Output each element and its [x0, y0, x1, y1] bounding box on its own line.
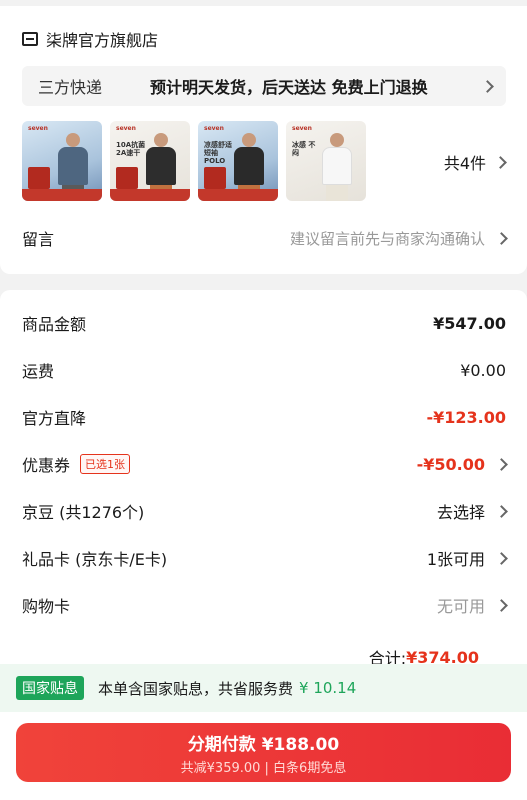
- note-label: 留言: [22, 230, 55, 249]
- model-shirt: [58, 147, 88, 185]
- product-tag: 10A抗菌 2A速干: [116, 141, 146, 157]
- order-note-row[interactable]: 留言 建议留言前先与商家沟通确认: [22, 226, 508, 250]
- item-count: 共4件: [443, 154, 486, 173]
- pay-button-sublabel: 共减¥359.00 | 白条6期免息: [180, 760, 347, 776]
- price-value: -¥50.00: [416, 454, 485, 474]
- price-label: 官方直降: [22, 409, 87, 428]
- brand-logo: seven: [204, 125, 224, 132]
- price-label: 商品金额: [22, 315, 87, 334]
- subsidy-badge: 国家贴息: [16, 676, 84, 700]
- price-value: ¥547.00: [433, 313, 506, 333]
- price-row-goods-amount: 商品金额 ¥547.00: [22, 309, 506, 337]
- price-value: ¥0.00: [460, 360, 506, 380]
- brand-logo: seven: [292, 125, 312, 132]
- chevron-right-icon: [495, 551, 508, 565]
- price-label: 优惠券: [22, 456, 71, 475]
- subsidy-text: 本单含国家贴息，共省服务费: [98, 679, 294, 698]
- product-thumbnail[interactable]: seven 冰感 不闷: [286, 121, 366, 201]
- model-head: [242, 133, 256, 147]
- shipping-desc: 预计明天发货，后天送达 免费上门退换: [150, 78, 428, 97]
- price-value: -¥123.00: [426, 407, 506, 427]
- pay-button-label: 分期付款 ¥188.00: [187, 734, 340, 755]
- price-label: 购物卡: [22, 597, 71, 616]
- coupon-selected-badge: 已选1张: [80, 454, 131, 474]
- price-value: 无可用: [436, 597, 485, 616]
- product-thumbnail[interactable]: seven 凉感舒适 短袖POLO: [198, 121, 278, 201]
- price-row-official-discount: 官方直降 -¥123.00: [22, 403, 506, 431]
- brand-logo: seven: [116, 125, 136, 132]
- note-hint: 建议留言前先与商家沟通确认: [289, 229, 485, 248]
- promo-badge: [204, 167, 226, 189]
- product-thumbnails[interactable]: seven seven 10A抗菌 2A速干 seven 凉感舒适 短袖POLO…: [22, 121, 366, 201]
- shipping-method: 三方快递: [38, 78, 103, 97]
- installment-pay-button[interactable]: 分期付款 ¥188.00 共减¥359.00 | 白条6期免息: [16, 723, 511, 782]
- store-icon: [22, 32, 38, 46]
- price-label: 运费: [22, 362, 55, 381]
- chevron-right-icon: [495, 457, 508, 471]
- promo-strip: [198, 189, 278, 201]
- chevron-right-icon: [495, 231, 508, 245]
- promo-strip: [110, 189, 190, 201]
- promo-strip: [22, 189, 102, 201]
- price-row-gift-card[interactable]: 礼品卡 (京东卡/E卡) 1张可用: [22, 544, 508, 572]
- price-label: 京豆 (共1276个): [22, 503, 145, 522]
- promo-badge: [28, 167, 50, 189]
- chevron-right-icon: [495, 598, 508, 612]
- price-row-coupon[interactable]: 优惠券 已选1张 -¥50.00: [22, 450, 508, 478]
- subsidy-banner: 国家贴息 本单含国家贴息，共省服务费 ¥ 10.14: [0, 664, 527, 712]
- product-thumbnail[interactable]: seven 10A抗菌 2A速干: [110, 121, 190, 201]
- price-value: 1张可用: [426, 550, 485, 569]
- store-header[interactable]: 柒牌官方旗舰店: [22, 26, 158, 52]
- store-name: 柒牌官方旗舰店: [46, 31, 159, 50]
- promo-badge: [116, 167, 138, 189]
- model-head: [330, 133, 344, 147]
- model-shirt: [146, 147, 176, 185]
- price-value: 去选择: [436, 503, 485, 522]
- shipping-bar[interactable]: 三方快递 预计明天发货，后天送达 免费上门退换: [22, 66, 506, 106]
- model-shirt: [234, 147, 264, 185]
- subsidy-amount: ¥ 10.14: [299, 679, 357, 697]
- chevron-right-icon: [494, 155, 507, 169]
- chevron-right-icon: [495, 504, 508, 518]
- price-row-shipping-fee: 运费 ¥0.00: [22, 356, 506, 384]
- product-tag: 凉感舒适 短袖POLO: [204, 141, 232, 165]
- price-label: 礼品卡 (京东卡/E卡): [22, 550, 168, 569]
- product-thumbnail[interactable]: seven: [22, 121, 102, 201]
- product-tag: 冰感 不闷: [292, 141, 316, 157]
- price-row-shopping-card[interactable]: 购物卡 无可用: [22, 591, 508, 619]
- chevron-right-icon: [481, 79, 494, 93]
- item-count-link[interactable]: 共4件: [443, 150, 507, 174]
- model-shirt: [322, 147, 352, 185]
- brand-logo: seven: [28, 125, 48, 132]
- model-head: [154, 133, 168, 147]
- price-row-jingdou[interactable]: 京豆 (共1276个) 去选择: [22, 497, 508, 525]
- model-pants: [326, 185, 348, 201]
- model-head: [66, 133, 80, 147]
